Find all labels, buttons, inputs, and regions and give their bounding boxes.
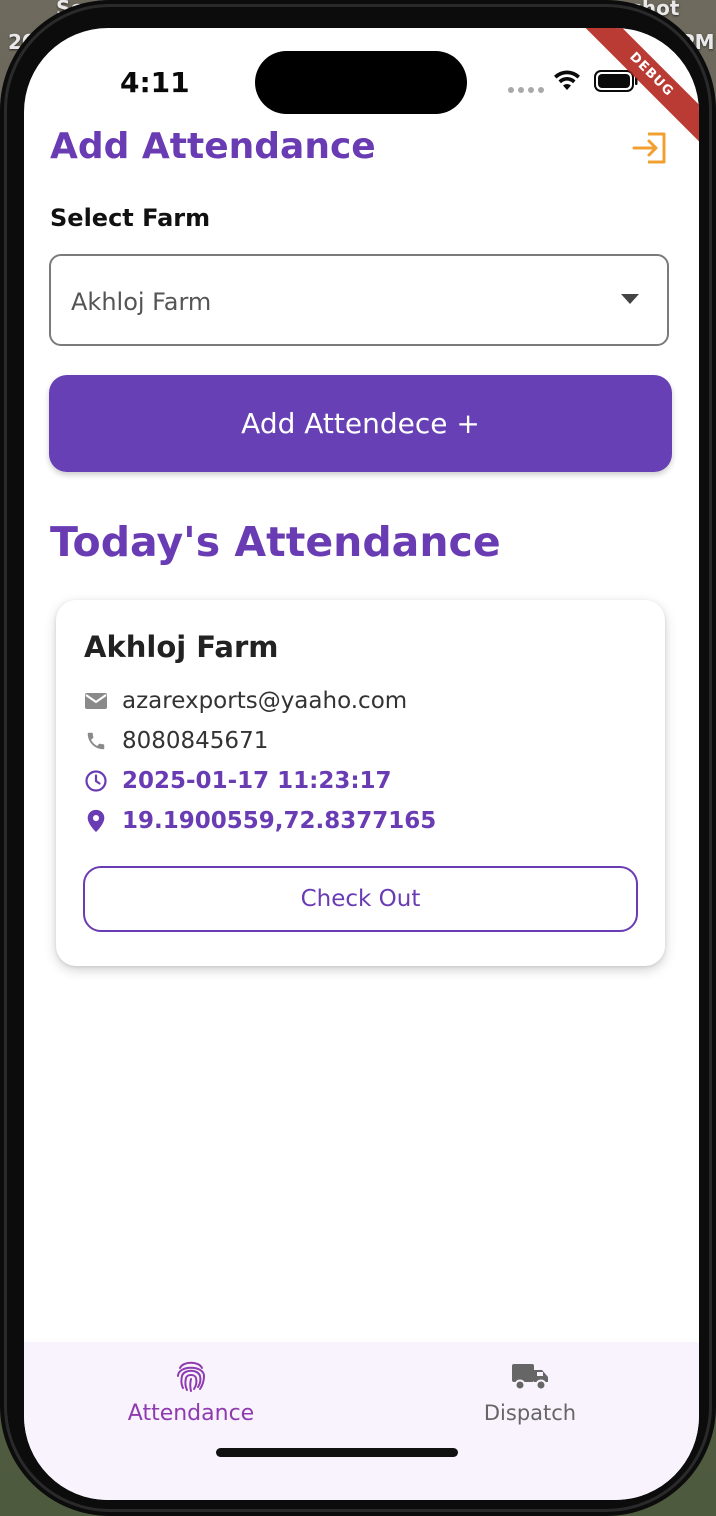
email-text: azarexports@yaaho.com xyxy=(122,688,408,714)
status-time: 4:11 xyxy=(120,66,190,99)
page-title: Add Attendance xyxy=(50,126,376,167)
home-indicator[interactable] xyxy=(216,1448,458,1457)
select-farm-label: Select Farm xyxy=(50,204,211,232)
card-farm-name: Akhloj Farm xyxy=(84,630,279,664)
status-bar: 4:11 DEBUG xyxy=(24,28,699,155)
farm-dropdown-value: Akhloj Farm xyxy=(71,288,212,316)
email-row: azarexports@yaaho.com xyxy=(84,686,407,716)
add-attendance-button[interactable]: Add Attendece + xyxy=(49,375,672,472)
datetime-text: 2025-01-17 11:23:17 xyxy=(122,768,392,794)
check-out-button[interactable]: Check Out xyxy=(83,866,638,932)
location-pin-icon xyxy=(84,809,108,833)
clock-icon xyxy=(84,769,108,793)
email-icon xyxy=(84,689,108,713)
fingerprint-icon xyxy=(177,1361,206,1392)
attendance-card: Akhloj Farm azarexports@yaaho.com 808084… xyxy=(56,600,665,966)
nav-label-dispatch: Dispatch xyxy=(483,1401,577,1425)
truck-icon xyxy=(512,1364,548,1391)
location-text: 19.1900559,72.8377165 xyxy=(122,808,437,834)
cellular-signal-icon xyxy=(508,87,544,93)
logout-icon[interactable] xyxy=(630,128,670,168)
phone-row: 8080845671 xyxy=(84,726,268,756)
nav-item-attendance[interactable]: Attendance xyxy=(81,1356,301,1426)
farm-dropdown[interactable]: Akhloj Farm xyxy=(49,254,669,346)
phone-frame: 4:11 DEBUG Add Attendance Select Farm Ak… xyxy=(0,0,716,1516)
phone-icon xyxy=(84,729,108,753)
app-screen: 4:11 DEBUG Add Attendance Select Farm Ak… xyxy=(24,28,699,1500)
dynamic-island xyxy=(255,51,467,114)
nav-label-attendance: Attendance xyxy=(127,1401,255,1426)
bottom-navigation: Attendance Dispatch xyxy=(24,1342,699,1500)
nav-item-dispatch[interactable]: Dispatch xyxy=(420,1360,640,1425)
wifi-icon xyxy=(554,70,580,90)
phone-text: 8080845671 xyxy=(122,728,269,754)
datetime-row: 2025-01-17 11:23:17 xyxy=(84,766,392,796)
todays-attendance-title: Today's Attendance xyxy=(50,518,501,566)
chevron-down-icon xyxy=(621,294,639,304)
location-row: 19.1900559,72.8377165 xyxy=(84,806,436,836)
